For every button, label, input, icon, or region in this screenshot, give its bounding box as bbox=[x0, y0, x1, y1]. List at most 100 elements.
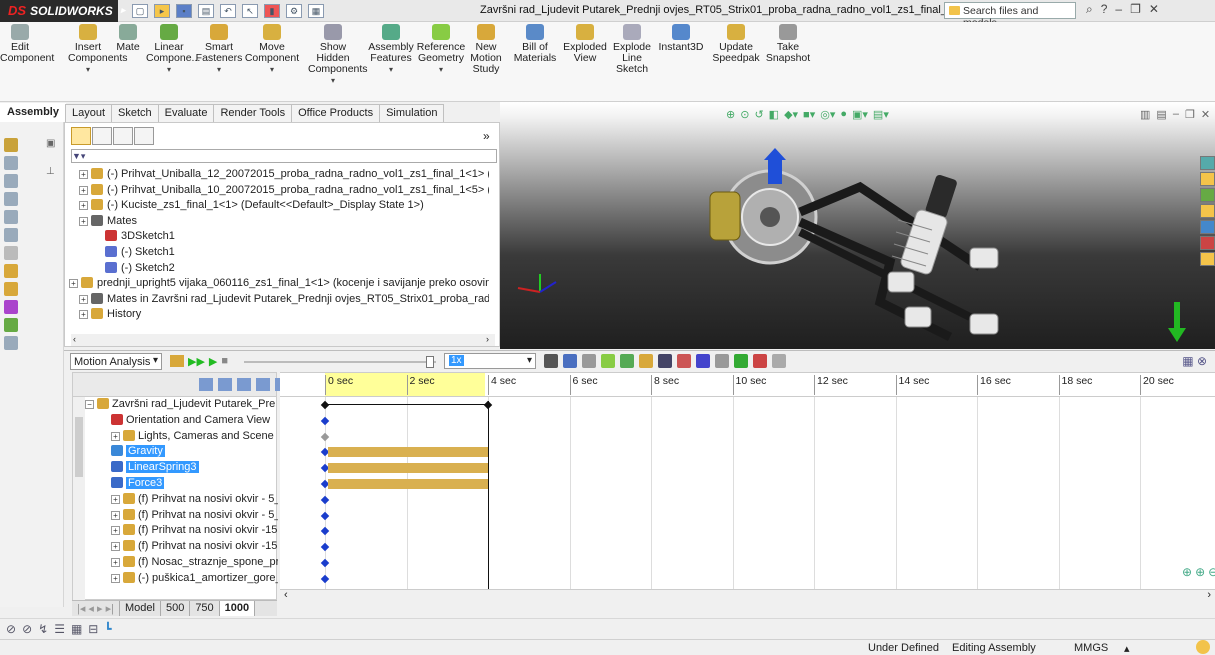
custom-properties-tab-icon[interactable] bbox=[1200, 252, 1215, 266]
study-tab-1000[interactable]: 1000 bbox=[219, 601, 256, 616]
tab-assembly[interactable]: Assembly bbox=[0, 103, 66, 122]
expand-icon[interactable]: + bbox=[111, 558, 120, 567]
left-tool-2-icon[interactable] bbox=[4, 156, 18, 170]
motion-tree-item[interactable]: Force3 bbox=[73, 476, 278, 491]
property-manager-tab-icon[interactable] bbox=[92, 127, 112, 145]
left-tool-4-icon[interactable] bbox=[4, 192, 18, 206]
motion-tree-item[interactable]: LinearSpring3 bbox=[73, 460, 278, 475]
left-aux-1-icon[interactable]: ▣ bbox=[46, 138, 55, 149]
view-icon-4[interactable]: ☰ bbox=[54, 622, 65, 636]
design-library-tab-icon[interactable] bbox=[1200, 188, 1215, 202]
ribbon-exploded-view-button[interactable]: Exploded View bbox=[562, 24, 608, 64]
timeline-ruler[interactable]: 0 sec 2 sec 4 sec 6 sec 8 sec 10 sec 12 sec 14 … bbox=[280, 373, 1215, 397]
keyframe-marker[interactable] bbox=[483, 400, 493, 410]
feature-tree-item[interactable]: + Mates in Završni rad_Ljudevit Putarek_P… bbox=[69, 292, 489, 307]
feature-tree-item[interactable]: + (-) Prihvat_Uniballa_10_20072015_proba_… bbox=[69, 183, 489, 198]
add-key-icon[interactable] bbox=[620, 354, 634, 368]
left-tool-5-icon[interactable] bbox=[4, 210, 18, 224]
ribbon-snapshot-button[interactable]: Take Snapshot bbox=[764, 24, 812, 64]
keyframe-marker[interactable] bbox=[320, 432, 330, 441]
ribbon-insert-components-button[interactable]: Insert Components ▾ bbox=[68, 24, 128, 75]
close-icon[interactable]: ✕ bbox=[1149, 2, 1159, 17]
stop-icon[interactable]: ■ bbox=[221, 355, 228, 368]
display-manager-tab-icon[interactable] bbox=[134, 127, 154, 145]
tab-sketch[interactable]: Sketch bbox=[111, 104, 159, 122]
tab-layout[interactable]: Layout bbox=[64, 104, 113, 122]
rebuild-icon[interactable]: ▮ bbox=[264, 3, 280, 18]
keyframe-marker[interactable] bbox=[320, 416, 330, 426]
units-arrow-icon[interactable]: ▴ bbox=[1124, 642, 1130, 655]
study-tab-750[interactable]: 750 bbox=[190, 601, 220, 616]
motion-tree-item[interactable]: + (f) Prihvat na nosivi okvir -15 bbox=[73, 523, 278, 538]
feature-tree-item[interactable]: (-) Sketch2 bbox=[69, 261, 489, 276]
open-file-icon[interactable]: ▸ bbox=[154, 3, 170, 18]
undo-icon[interactable]: ↶ bbox=[220, 3, 236, 18]
units-select[interactable]: MMGS bbox=[1074, 642, 1108, 654]
ribbon-linear-pattern-button[interactable]: Linear Compone... ▾ bbox=[146, 24, 200, 75]
left-tool-12-icon[interactable] bbox=[4, 336, 18, 350]
timeline-scrollbar[interactable]: ‹ › bbox=[280, 589, 1215, 601]
filter-animated-icon[interactable] bbox=[199, 378, 213, 391]
left-tool-8-icon[interactable] bbox=[4, 264, 18, 278]
ribbon-show-hidden-button[interactable]: Show Hidden Components ▾ bbox=[308, 24, 368, 86]
graphics-viewport[interactable]: ⊕ ⊙ ↺ ◧ ◆▾ ■▾ ◎▾ ● ▣▾ ▤▾ ▥ ▤ – ❐ ✕ bbox=[500, 102, 1215, 349]
playback-slider[interactable] bbox=[244, 356, 436, 368]
keyframe-marker[interactable] bbox=[320, 495, 330, 505]
ribbon-assembly-features-button[interactable]: Assembly Features ▾ bbox=[366, 24, 416, 75]
view-icon-3[interactable]: ↯ bbox=[38, 622, 48, 636]
keyframe-marker[interactable] bbox=[320, 558, 330, 568]
ribbon-move-component-button[interactable]: Move Component ▾ bbox=[244, 24, 300, 75]
expand-icon[interactable]: + bbox=[111, 542, 120, 552]
ribbon-dropdown-icon[interactable]: ▾ bbox=[146, 64, 192, 75]
motion-tree-item[interactable]: + Lights, Cameras and Scene bbox=[73, 429, 278, 444]
feature-tree-item[interactable]: + History bbox=[69, 307, 489, 322]
tab-evaluate[interactable]: Evaluate bbox=[157, 104, 215, 122]
study-properties-icon[interactable] bbox=[772, 354, 786, 368]
feature-tree-item[interactable]: + prednji_upright5 vijaka_060116_zs1_fina… bbox=[69, 276, 489, 291]
keyframe-marker[interactable] bbox=[320, 400, 330, 410]
solidworks-logo[interactable]: DS SOLIDWORKS ▸ bbox=[0, 0, 125, 22]
feature-tree-tab-icon[interactable] bbox=[71, 127, 91, 145]
zoom-out-icon[interactable]: ⊖ bbox=[1208, 565, 1215, 579]
ribbon-dropdown-icon[interactable]: ▾ bbox=[416, 64, 466, 75]
tab-simulation[interactable]: Simulation bbox=[379, 104, 445, 122]
expand-icon[interactable]: + bbox=[111, 494, 120, 504]
ribbon-mate-button[interactable]: Mate bbox=[108, 24, 148, 53]
file-properties-icon[interactable]: ▦ bbox=[308, 3, 324, 18]
expand-icon[interactable]: + bbox=[69, 279, 78, 289]
feature-tree-item[interactable]: + (-) Prihvat_Uniballa_12_20072015_proba_… bbox=[69, 167, 489, 182]
feature-duration-bar[interactable] bbox=[328, 479, 488, 489]
left-tool-7-icon[interactable] bbox=[4, 246, 18, 260]
tab-office-products[interactable]: Office Products bbox=[291, 104, 381, 122]
play-from-start-icon[interactable]: ▶▶ bbox=[188, 355, 205, 368]
view-icon-6[interactable]: ⊟ bbox=[88, 622, 98, 636]
ribbon-edit-component-button[interactable]: Edit Component bbox=[0, 24, 54, 64]
feature-duration-bar[interactable] bbox=[328, 463, 488, 474]
ribbon-dropdown-icon[interactable]: ▾ bbox=[366, 64, 416, 75]
expand-icon[interactable]: + bbox=[79, 185, 88, 195]
motor-icon[interactable] bbox=[639, 354, 653, 368]
left-tool-3-icon[interactable] bbox=[4, 174, 18, 188]
search-input[interactable]: Search files and models bbox=[944, 2, 1076, 29]
autokey-icon[interactable] bbox=[601, 354, 615, 368]
study-tab-model[interactable]: Model bbox=[120, 601, 161, 616]
results-icon[interactable] bbox=[753, 354, 767, 368]
ribbon-smart-fasteners-button[interactable]: Smart Fasteners ▾ bbox=[194, 24, 244, 75]
left-tool-9-icon[interactable] bbox=[4, 282, 18, 296]
keyframe-marker[interactable] bbox=[320, 542, 330, 552]
feature-tree-item[interactable]: + (-) Kuciste_zs1_final_1<1> (Default<<De… bbox=[69, 198, 489, 213]
playback-mode-icon[interactable] bbox=[544, 354, 558, 368]
expand-icon[interactable]: + bbox=[79, 294, 88, 304]
print-icon[interactable]: ▤ bbox=[198, 3, 214, 18]
motion-tree-item[interactable]: Gravity bbox=[73, 444, 278, 459]
damper-icon[interactable] bbox=[677, 354, 691, 368]
ribbon-new-motion-study-button[interactable]: New Motion Study bbox=[466, 24, 506, 75]
motion-tree-item[interactable]: − Završni rad_Ljudevit Putarek_Pre bbox=[73, 397, 278, 412]
motion-tree-item[interactable]: + (f) Prihvat na nosivi okvir - 5_ bbox=[73, 508, 278, 523]
expand-icon[interactable]: + bbox=[79, 201, 88, 211]
filter-selected-icon[interactable] bbox=[237, 378, 251, 391]
ribbon-instant3d-button[interactable]: Instant3D bbox=[656, 24, 706, 53]
expand-icon[interactable]: + bbox=[111, 573, 120, 583]
keyframe-marker[interactable] bbox=[320, 511, 330, 520]
playback-speed-select[interactable]: 1x ▾ bbox=[444, 353, 536, 369]
